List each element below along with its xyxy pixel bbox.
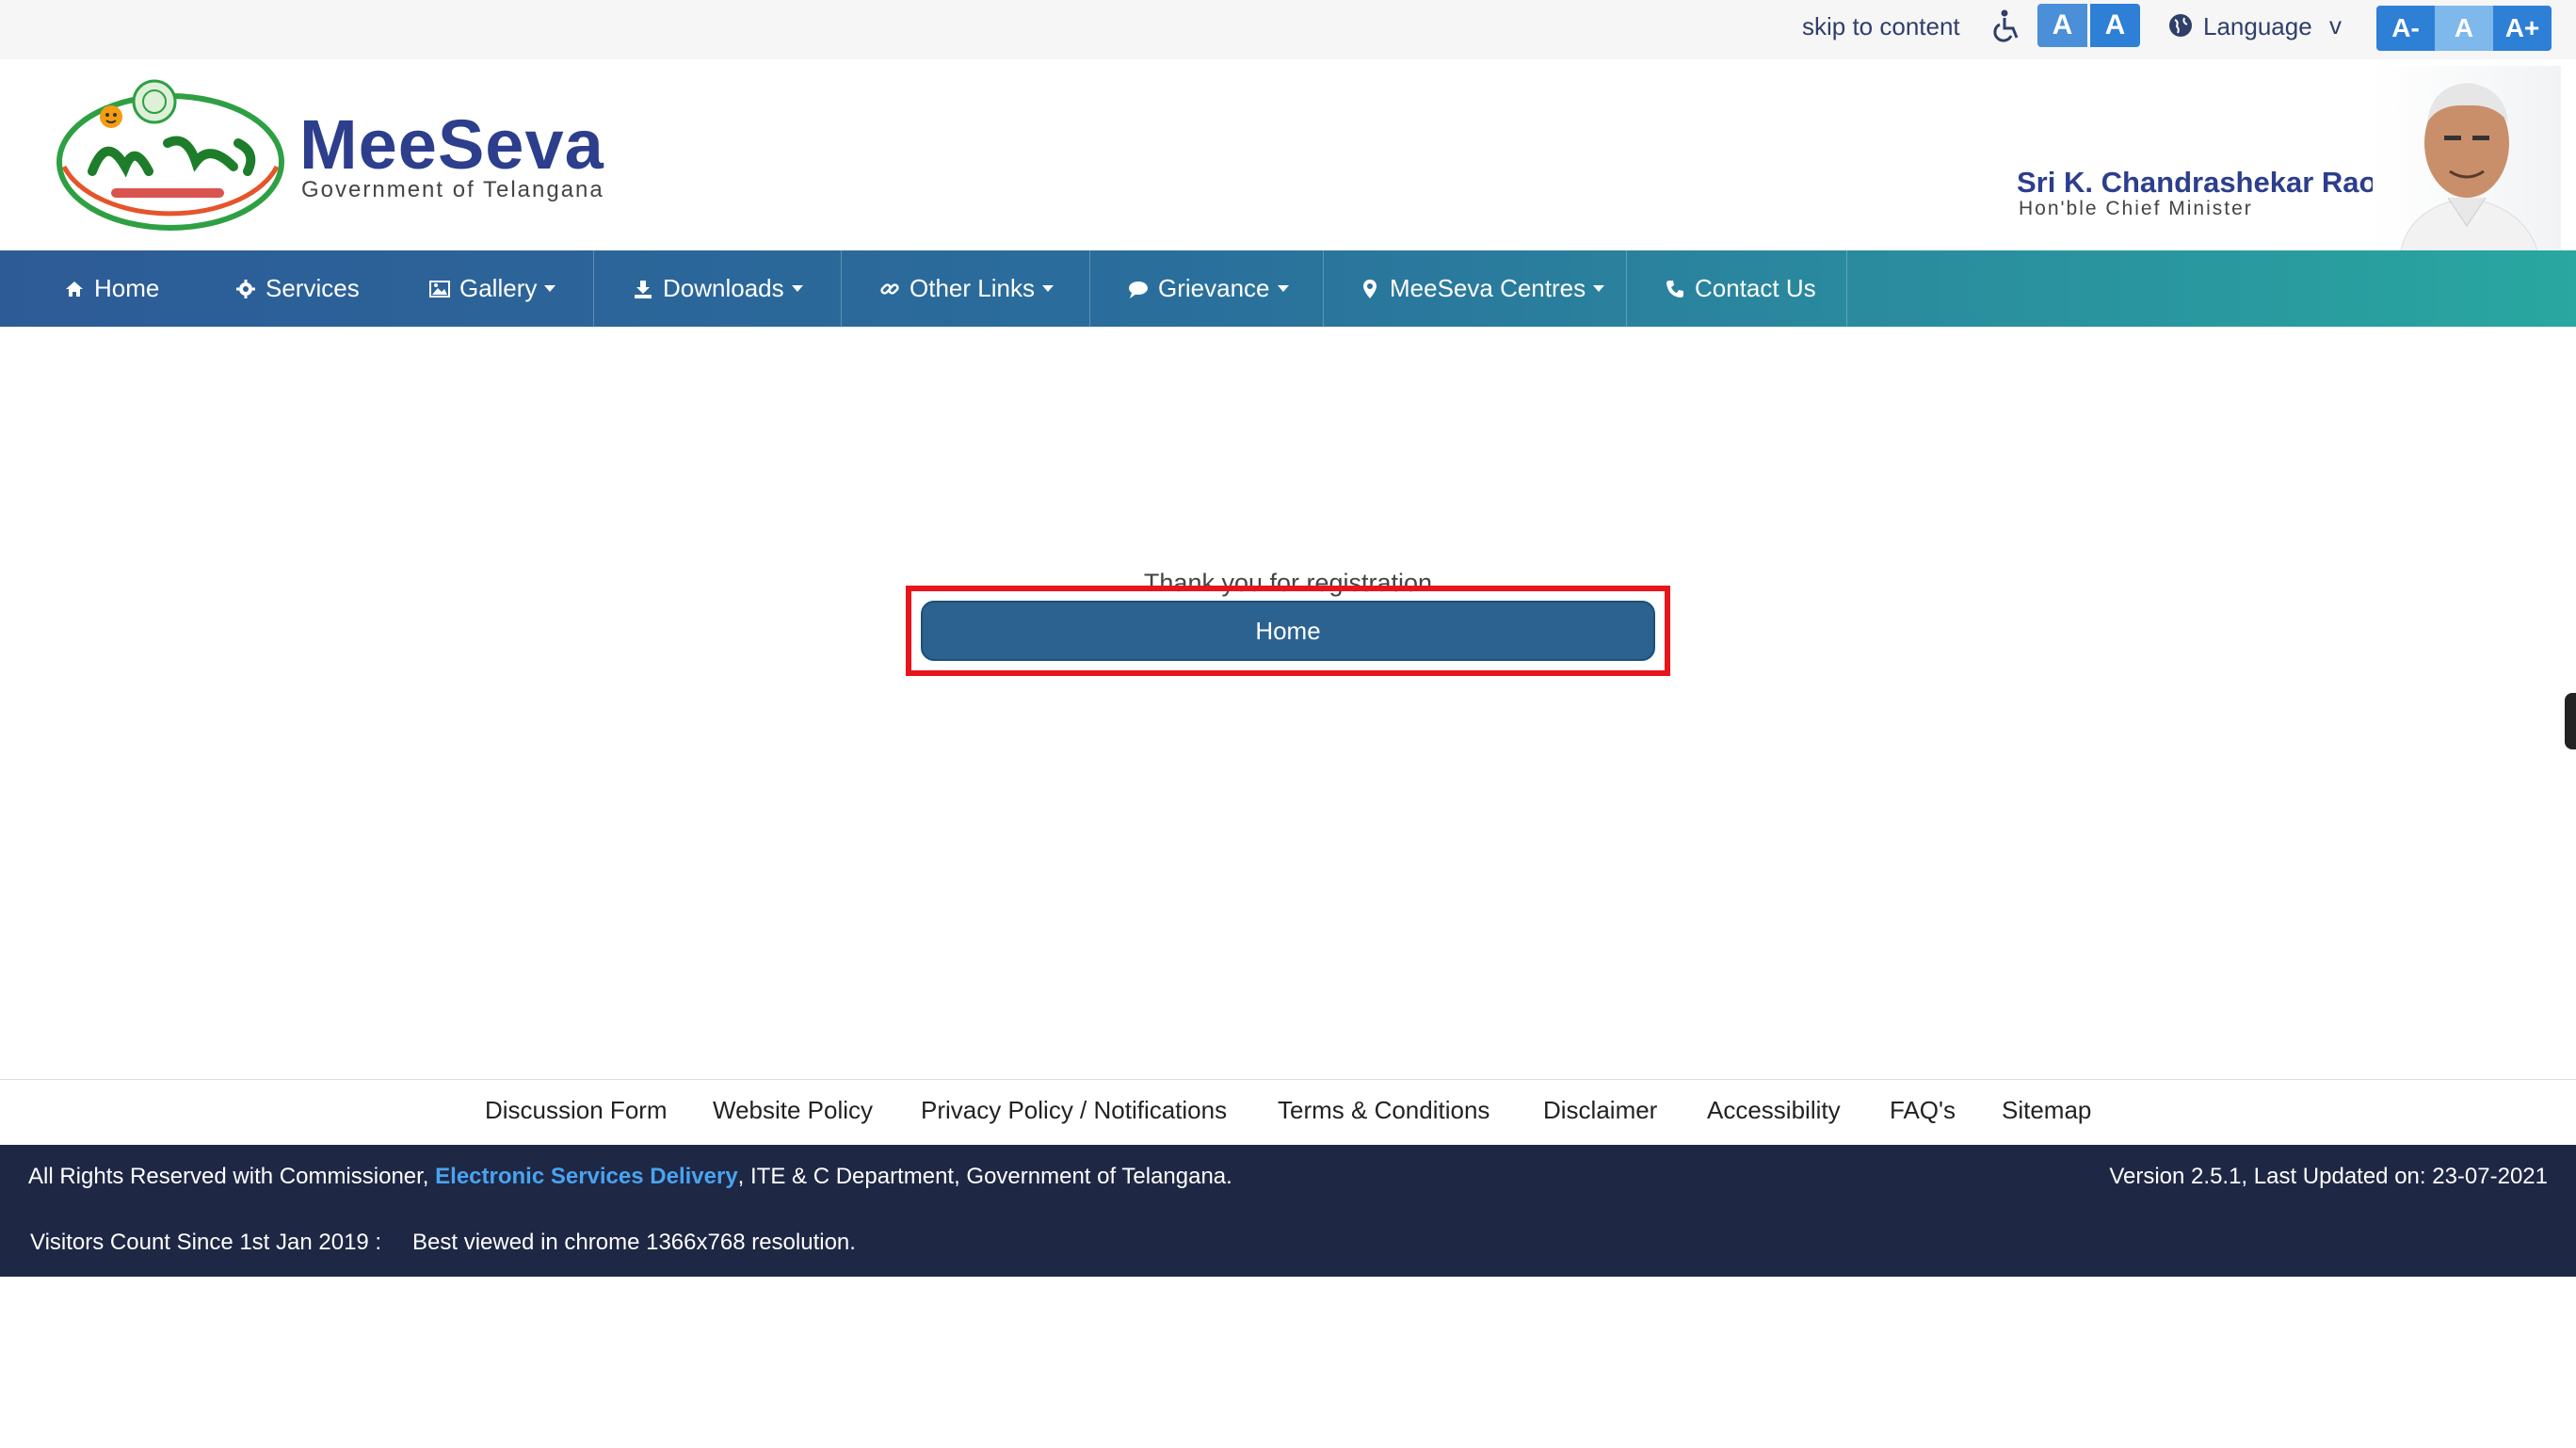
link-icon <box>880 282 899 295</box>
nav-gallery-label: Gallery <box>459 274 538 302</box>
nav-other-links-label: Other Links <box>910 274 1035 302</box>
caret-down-icon <box>1277 285 1289 292</box>
rights-suffix: , ITE & C Department, Government of Tela… <box>737 1164 1232 1189</box>
footer-link-faqs[interactable]: FAQ's <box>1890 1096 1956 1125</box>
caret-down-icon <box>1593 285 1605 292</box>
footer-link-privacy-policy[interactable]: Privacy Policy / Notifications <box>921 1096 1227 1125</box>
visitors-count: Visitors Count Since 1st Jan 2019 : <box>30 1230 382 1255</box>
comment-icon <box>1129 281 1148 298</box>
nav-divider <box>841 250 842 327</box>
nav-divider <box>1089 250 1090 327</box>
nav-home-label: Home <box>94 274 160 302</box>
nav-home[interactable]: Home <box>64 250 159 327</box>
phone-icon <box>1666 280 1683 298</box>
cm-name: Sri K. Chandrashekar Rao <box>2017 166 2377 199</box>
home-icon <box>66 281 83 297</box>
nav-downloads[interactable]: Downloads <box>633 250 803 327</box>
nav-services[interactable]: Services <box>235 250 360 327</box>
top-utility-bar: skip to content A A Language v A- A A+ <box>0 0 2576 59</box>
chevron-down-icon[interactable]: v <box>2329 11 2342 40</box>
footer-link-accessibility[interactable]: Accessibility <box>1707 1096 1841 1125</box>
nav-other-links[interactable]: Other Links <box>879 250 1054 327</box>
nav-grievance[interactable]: Grievance <box>1128 250 1289 327</box>
registration-message: Thank you for registration <box>1143 569 1433 597</box>
contrast-dark-button[interactable]: A <box>2090 4 2140 47</box>
side-scroll-tab[interactable] <box>2565 693 2576 749</box>
cm-photo <box>2373 66 2561 250</box>
footer-rights: All Rights Reserved with Commissioner, E… <box>28 1164 1232 1190</box>
nav-meeseva-centres-label: MeeSeva Centres <box>1390 274 1586 302</box>
nav-divider <box>1846 250 1847 327</box>
nav-divider <box>593 250 594 327</box>
footer-link-sitemap[interactable]: Sitemap <box>2002 1096 2091 1125</box>
skip-to-content-link[interactable]: skip to content <box>1802 9 1960 43</box>
nav-services-label: Services <box>266 274 360 302</box>
nav-divider <box>1626 250 1627 327</box>
caret-down-icon <box>791 285 803 292</box>
best-viewed-note: Best viewed in chrome 1366x768 resolutio… <box>412 1230 856 1255</box>
nav-gallery[interactable]: Gallery <box>429 250 556 327</box>
footer-link-website-policy[interactable]: Website Policy <box>713 1096 873 1125</box>
map-marker-icon <box>1363 279 1377 298</box>
home-button[interactable]: Home <box>921 601 1655 661</box>
footer-version: Version 2.5.1, Last Updated on: 23-07-20… <box>2109 1164 2548 1189</box>
font-increase-button[interactable]: A+ <box>2493 6 2552 51</box>
nav-contact-us-label: Contact Us <box>1695 274 1816 302</box>
nav-contact-us[interactable]: Contact Us <box>1665 250 1816 327</box>
gear-icon <box>236 279 255 298</box>
meeseva-logo[interactable] <box>55 77 286 233</box>
nav-divider <box>1323 250 1324 327</box>
nav-meeseva-centres[interactable]: MeeSeva Centres <box>1360 250 1605 327</box>
rights-prefix: All Rights Reserved with Commissioner, <box>28 1164 436 1189</box>
brand-title: MeeSeva <box>299 105 604 184</box>
footer-link-terms[interactable]: Terms & Conditions <box>1278 1096 1489 1125</box>
nav-downloads-label: Downloads <box>663 274 784 302</box>
globe-icon <box>2169 14 2192 37</box>
nav-grievance-label: Grievance <box>1158 274 1270 302</box>
download-icon <box>635 280 652 298</box>
font-reset-button[interactable]: A <box>2435 6 2493 51</box>
brand-subtitle: Government of Telangana <box>301 177 604 202</box>
cm-title: Hon'ble Chief Minister <box>2019 198 2253 219</box>
esd-link[interactable]: Electronic Services Delivery <box>435 1164 738 1189</box>
caret-down-icon <box>544 285 556 292</box>
contrast-toggle: A A <box>2037 4 2140 47</box>
main-navigation: Home Services Gallery Downloads Other Li… <box>0 250 2576 327</box>
accessibility-icon[interactable] <box>1988 8 2024 45</box>
footer-link-disclaimer[interactable]: Disclaimer <box>1543 1096 1657 1125</box>
font-size-controls: A- A A+ <box>2376 6 2552 51</box>
contrast-light-button[interactable]: A <box>2037 4 2087 47</box>
footer-link-discussion-form[interactable]: Discussion Form <box>485 1096 668 1125</box>
caret-down-icon <box>1041 285 1054 292</box>
font-decrease-button[interactable]: A- <box>2376 6 2435 51</box>
image-icon <box>429 280 450 298</box>
language-selector[interactable]: Language <box>2203 9 2312 43</box>
